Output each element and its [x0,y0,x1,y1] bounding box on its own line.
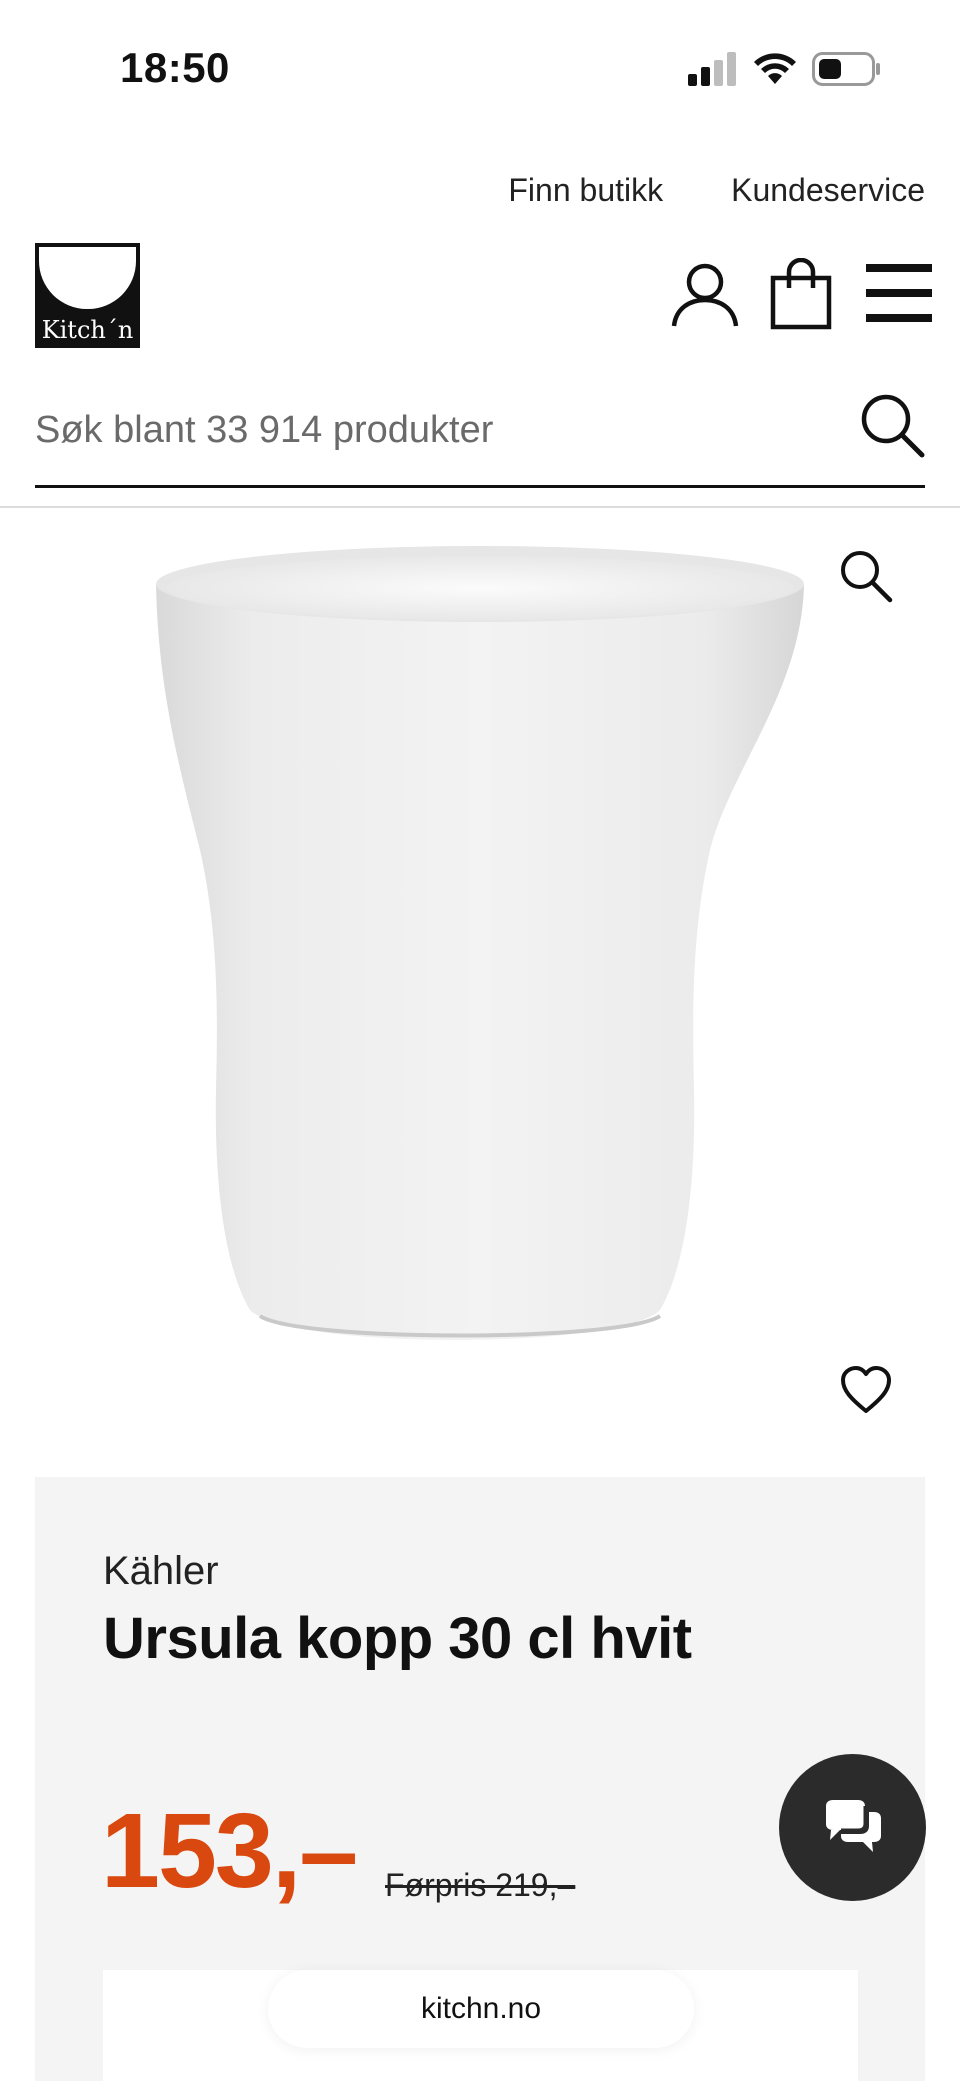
chat-icon [826,1800,881,1852]
signal-icon [688,52,736,86]
status-bar: 18:50 [0,0,960,140]
status-time: 18:50 [120,44,230,91]
utility-links: Finn butikk Kundeservice [508,172,925,209]
battery-icon [812,52,880,86]
header-divider [0,506,960,508]
menu-icon[interactable] [866,262,932,324]
account-icon[interactable] [670,260,740,330]
search-input[interactable] [35,390,855,470]
wifi-icon [754,53,796,84]
logo-bowl [39,247,136,309]
product-image[interactable] [140,530,820,1400]
product-price: 153,– [101,1792,358,1910]
kitchn-logo[interactable]: Kitch´n [35,243,140,348]
logo-text: Kitch´n [41,316,134,344]
search-bar [35,390,925,488]
customer-service-link[interactable]: Kundeservice [731,172,925,209]
product-brand[interactable]: Kähler [103,1549,219,1594]
product-title: Ursula kopp 30 cl hvit [103,1606,692,1671]
zoom-icon[interactable] [838,548,894,604]
browser-url-bar[interactable]: kitchn.no [268,1970,694,2048]
find-store-link[interactable]: Finn butikk [508,172,663,209]
product-old-price: Førpris 219,– [385,1867,576,1903]
heart-icon[interactable] [840,1365,892,1415]
chat-button[interactable] [779,1754,926,1901]
search-icon[interactable] [859,392,925,458]
bag-icon[interactable] [770,258,832,330]
